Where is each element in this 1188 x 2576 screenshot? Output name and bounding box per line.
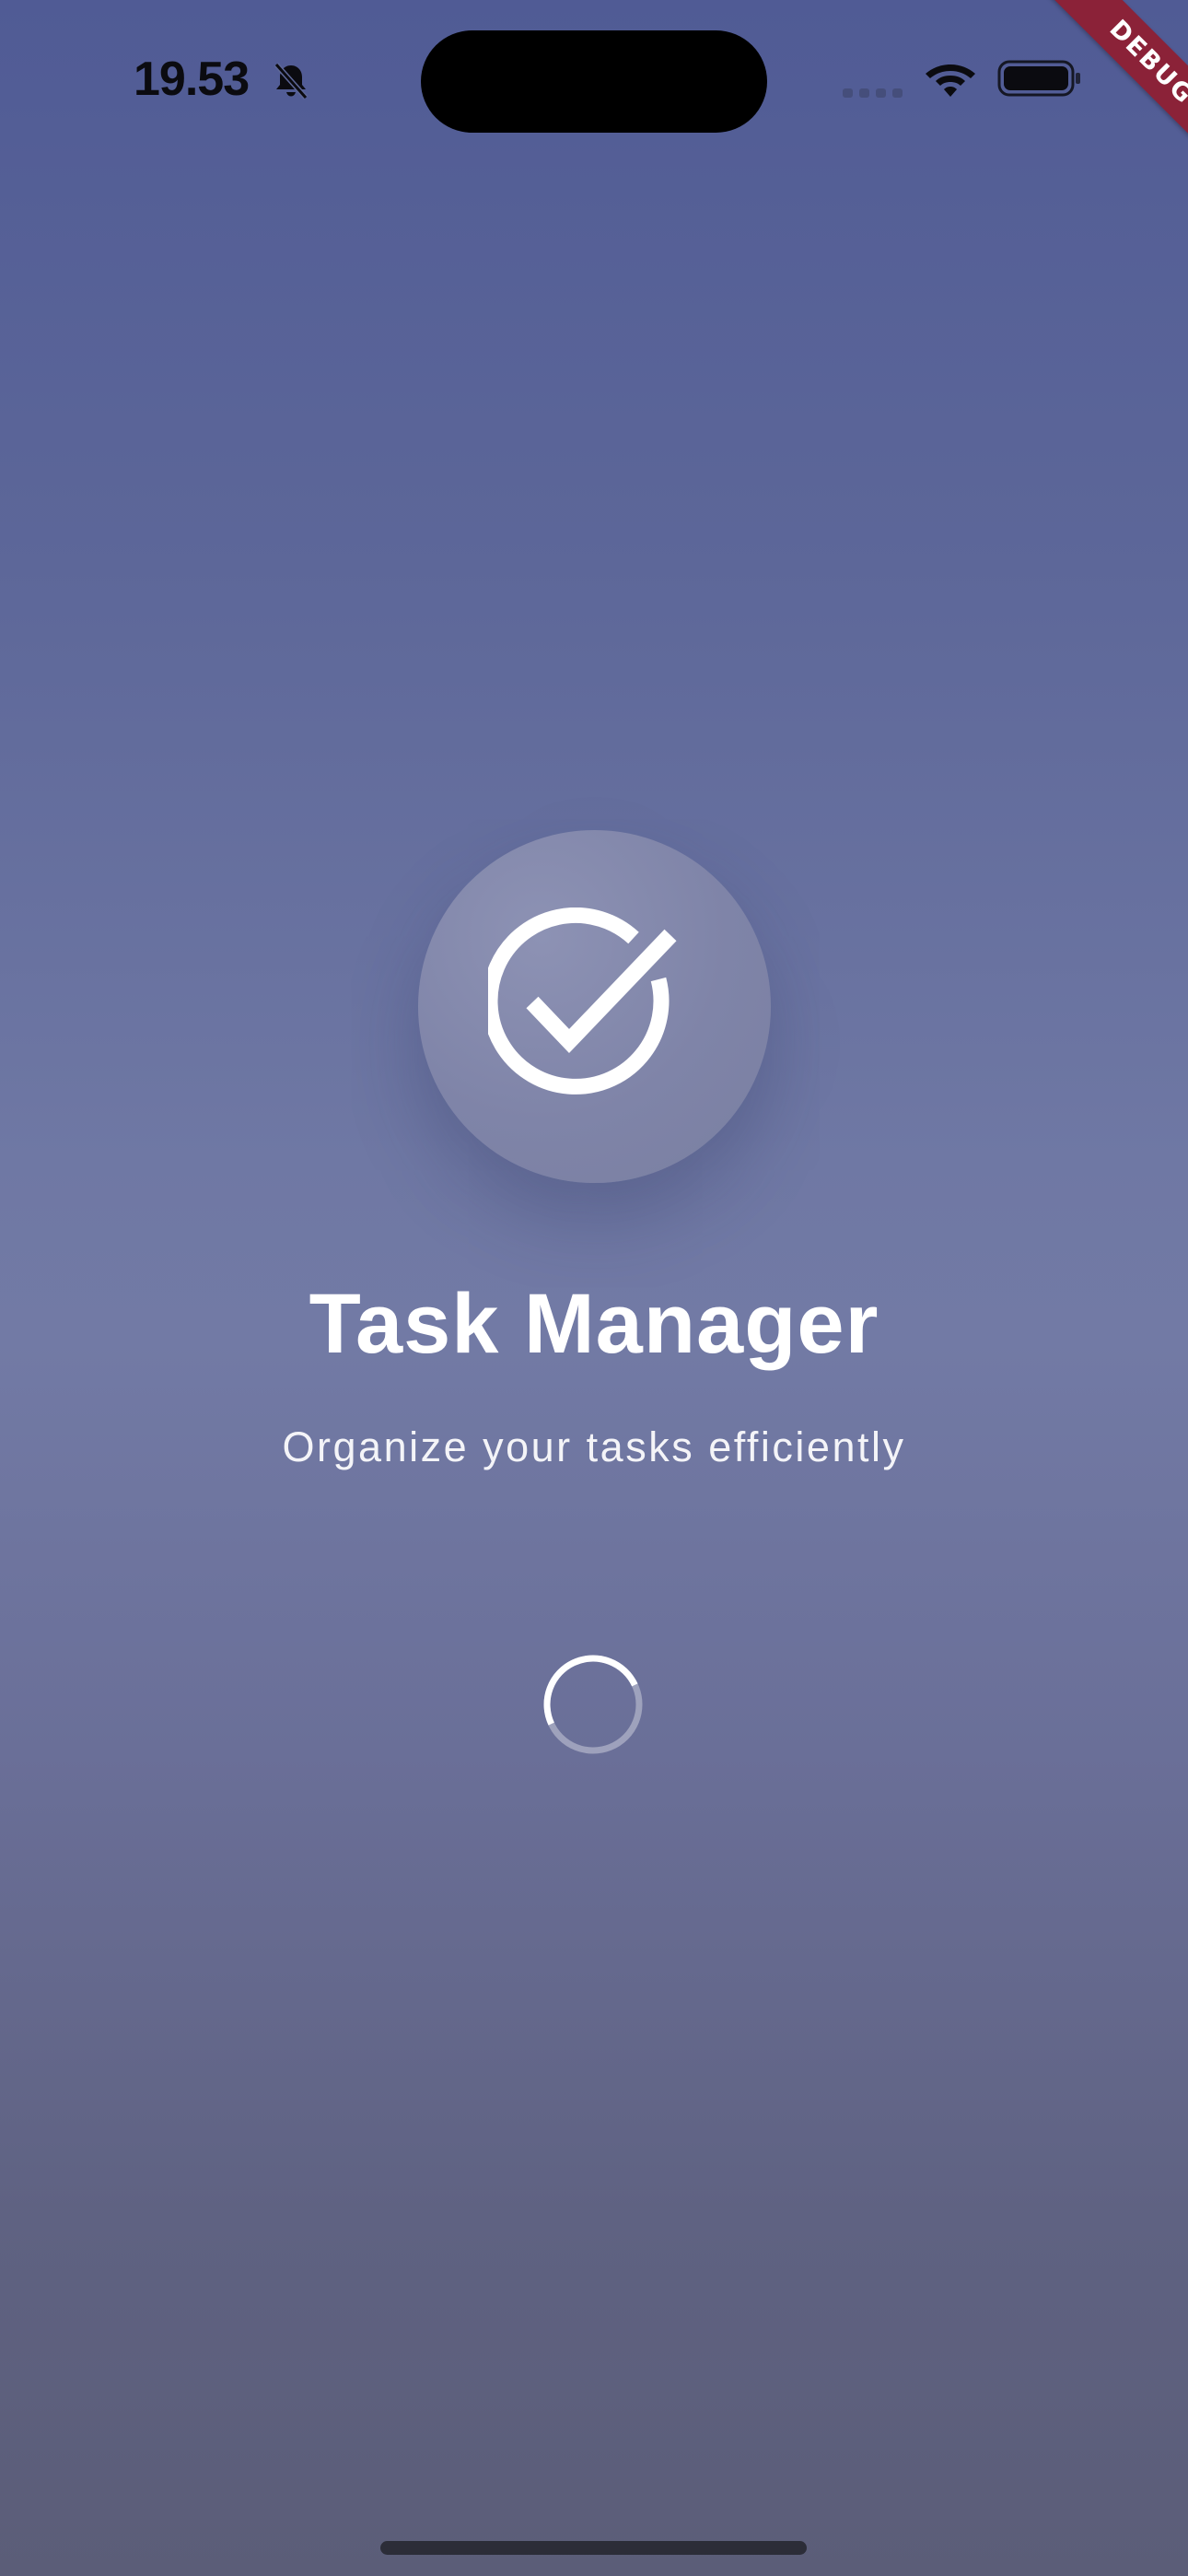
signal-dots-icon (843, 88, 903, 98)
wifi-icon (926, 64, 975, 97)
status-time: 19.53 (134, 53, 250, 106)
home-indicator[interactable] (380, 2541, 807, 2555)
dynamic-island (421, 30, 767, 133)
debug-banner: DEBUG (1004, 0, 1188, 184)
app-subtitle: Organize your tasks efficiently (282, 1423, 906, 1470)
bell-slash-icon (274, 63, 309, 100)
loading-spinner (543, 1655, 643, 1754)
app-title: Task Manager (309, 1277, 879, 1371)
debug-banner-label: DEBUG (1049, 0, 1188, 165)
check-circle-icon (488, 907, 677, 1095)
